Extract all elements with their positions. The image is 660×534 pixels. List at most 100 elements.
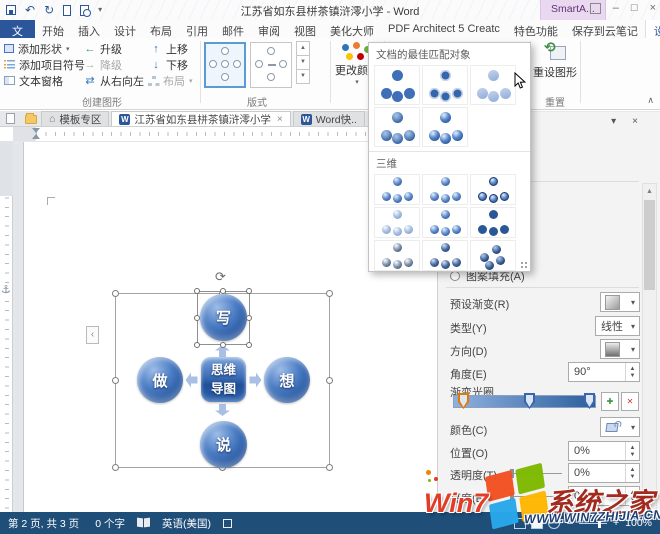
tab-file[interactable]: 文件 [0, 20, 35, 38]
resize-handle[interactable] [112, 290, 119, 297]
layout-option-cycle[interactable] [250, 42, 292, 88]
scrollbar-up-icon[interactable]: ▲ [643, 184, 656, 199]
ribbon-tab[interactable]: 特色功能 [507, 20, 565, 38]
ribbon-tab[interactable]: 开始 [35, 20, 71, 38]
right-to-left-button[interactable]: ⇄ 从右向左 [84, 73, 144, 88]
shape-handle[interactable] [194, 288, 200, 294]
vertical-ruler[interactable] [0, 141, 13, 512]
promote-button[interactable]: ← 升级 [84, 41, 122, 56]
move-down-button[interactable]: ↓ 下移 [150, 57, 188, 72]
shape-handle[interactable] [194, 315, 200, 321]
pane-menu-icon[interactable]: ▾ [611, 116, 616, 127]
text-pane-toggle-button[interactable]: ‹ [86, 326, 99, 344]
gallery-more-icon[interactable]: ▼ [296, 69, 310, 84]
minimize-icon[interactable]: – [613, 2, 619, 14]
web-layout-icon[interactable] [548, 518, 560, 529]
smartart-style-thumbnail[interactable] [470, 65, 516, 105]
transparency-slider[interactable] [510, 473, 562, 474]
resize-handle[interactable] [112, 377, 119, 384]
ribbon-tab[interactable]: 引用 [179, 20, 215, 38]
tab-close-icon[interactable]: × [277, 114, 283, 125]
hanging-indent-marker[interactable] [32, 134, 40, 139]
rotate-handle-icon[interactable]: ⟳ [215, 269, 226, 285]
dropdown-resize-grip[interactable] [520, 261, 528, 269]
ribbon-tab[interactable]: 布局 [143, 20, 179, 38]
smartart-style-thumbnail[interactable] [374, 65, 420, 105]
brightness-slider[interactable] [510, 496, 562, 497]
layout-option-plus[interactable] [204, 42, 246, 88]
ribbon-tab[interactable]: 邮件 [215, 20, 251, 38]
ribbon-tab[interactable]: 审阅 [251, 20, 287, 38]
first-line-indent-marker[interactable] [32, 128, 40, 133]
smartart-style-thumbnail[interactable] [422, 207, 468, 238]
shape-handle[interactable] [220, 342, 226, 348]
zoom-level[interactable]: 100% [621, 517, 660, 529]
shape-handle[interactable] [194, 342, 200, 348]
zoom-in-icon[interactable]: + [611, 517, 621, 529]
resize-handle[interactable] [326, 464, 333, 471]
type-select[interactable]: 线性 ▾ [595, 316, 640, 336]
zoom-slider[interactable] [579, 523, 607, 524]
smartart-style-thumbnail[interactable] [374, 174, 420, 205]
smartart-style-thumbnail[interactable] [470, 240, 516, 271]
tab-document-other[interactable]: W Word快.. [293, 111, 365, 126]
ribbon-tab[interactable]: 视图 [287, 20, 323, 38]
tab-template-zone[interactable]: ⌂ 模板专区 [41, 111, 109, 126]
demote-button[interactable]: → 降级 [84, 57, 122, 72]
move-up-button[interactable]: ↑ 上移 [150, 41, 188, 56]
pane-close-icon[interactable]: × [632, 116, 638, 127]
add-gradient-stop-button[interactable]: ✚ [601, 392, 619, 411]
macro-record-icon[interactable] [223, 519, 232, 528]
tab-smartart-design[interactable]: 设计 [645, 20, 660, 38]
close-icon[interactable]: × [650, 2, 656, 14]
scrollbar-thumb[interactable] [644, 200, 655, 290]
pane-scrollbar[interactable]: ▲ [642, 183, 657, 512]
ribbon-display-options-icon[interactable] [590, 3, 601, 14]
gallery-scroll-up-icon[interactable]: ▲ [296, 41, 310, 56]
resize-handle[interactable] [326, 377, 333, 384]
tab-document-active[interactable]: W 江苏省如东县栟茶镇浒澪小学 × [111, 111, 290, 126]
smartart-style-thumbnail[interactable] [374, 207, 420, 238]
word-count[interactable]: 0 个字 [87, 516, 133, 531]
smartart-node-center[interactable]: 思维导图 [201, 357, 246, 402]
shape-handle[interactable] [246, 288, 252, 294]
smartart-style-thumbnail[interactable] [422, 107, 468, 147]
preset-gradients-picker[interactable]: ▾ [600, 292, 640, 312]
direction-picker[interactable]: ▾ [600, 339, 640, 359]
maximize-icon[interactable]: □ [631, 2, 638, 14]
zoom-slider-thumb[interactable] [598, 519, 601, 528]
reset-graphic-button[interactable]: 重设图形 [533, 42, 577, 80]
resize-handle[interactable] [112, 464, 119, 471]
transparency-spinner[interactable]: 0% ▲▼ [568, 463, 640, 483]
position-spinner[interactable]: 0% ▲▼ [568, 441, 640, 461]
layout-button[interactable]: 布局▾ [148, 73, 193, 88]
add-bullet-button[interactable]: 添加项目符号 [4, 57, 85, 72]
language-indicator[interactable]: 英语(美国) [154, 516, 219, 531]
ribbon-tab[interactable]: 美化大师 [323, 20, 381, 38]
shape-handle[interactable] [246, 342, 252, 348]
ribbon-tab[interactable]: 插入 [71, 20, 107, 38]
gallery-scroll-down-icon[interactable]: ▼ [296, 55, 310, 70]
open-folder-icon[interactable] [25, 115, 37, 124]
smartart-style-thumbnail[interactable] [422, 240, 468, 271]
zoom-out-icon[interactable]: – [565, 517, 575, 529]
text-pane-button[interactable]: 文本窗格 [4, 73, 63, 88]
ribbon-tab[interactable]: 保存到云笔记 [565, 20, 645, 38]
remove-gradient-stop-button[interactable]: ✕ [621, 392, 639, 411]
smartart-style-thumbnail[interactable] [422, 174, 468, 205]
brightness-spinner[interactable]: 0% ▲▼ [568, 486, 640, 506]
smartart-style-thumbnail[interactable] [374, 240, 420, 271]
add-shape-button[interactable]: 添加形状▾ [4, 41, 70, 56]
angle-spinner[interactable]: 90° ▲▼ [568, 362, 640, 382]
shape-handle[interactable] [220, 288, 226, 294]
smartart-style-thumbnail[interactable] [374, 107, 420, 147]
new-tab-icon[interactable] [6, 113, 15, 124]
smartart-node-left[interactable]: 做 [137, 357, 183, 403]
ribbon-tab[interactable]: PDF Architect 5 Creatc [381, 20, 507, 38]
smartart-node-right[interactable]: 想 [264, 357, 310, 403]
smartart-node-bottom[interactable]: 说 [200, 421, 247, 468]
collapse-ribbon-icon[interactable]: ∧ [647, 95, 654, 106]
read-mode-icon[interactable] [514, 518, 526, 529]
proofing-icon[interactable] [137, 518, 150, 528]
resize-handle[interactable] [326, 290, 333, 297]
